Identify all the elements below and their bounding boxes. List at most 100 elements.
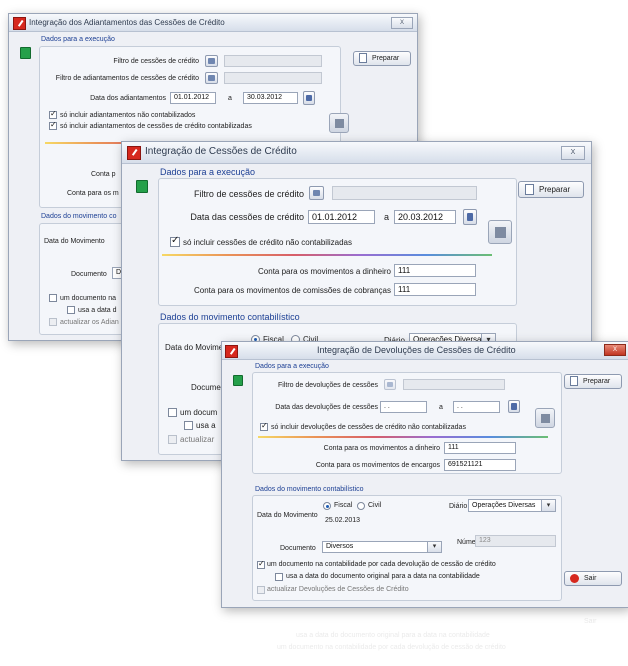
checkbox-contab[interactable] xyxy=(49,120,57,130)
titlebar: Integração dos Adiantamentos das Cessões… xyxy=(9,14,417,32)
label-data-adiant: Data dos adiantamentos xyxy=(90,95,166,102)
checkbox-actualizar[interactable] xyxy=(49,318,57,326)
label-documento: Documento xyxy=(71,271,107,278)
divider xyxy=(258,436,548,438)
preparar-button[interactable]: Preparar xyxy=(564,374,622,389)
label-filtro: Filtro de devoluções de cessões xyxy=(278,382,378,389)
checkbox-actualizar[interactable] xyxy=(257,586,265,594)
label-data: Data das devoluções de cessões xyxy=(275,404,378,411)
label-um-doc: um documento na xyxy=(60,295,117,302)
label-chk1: só incluir devoluções de cessões de créd… xyxy=(271,424,466,431)
radio-civil[interactable] xyxy=(357,502,365,510)
filtro-adiant-field xyxy=(224,72,322,84)
window-reflection: Sair usa a data do documento original pa… xyxy=(232,612,627,666)
label-conta-2: Conta para os m xyxy=(67,190,119,197)
checkbox-nao-contab[interactable] xyxy=(170,235,180,247)
filter-button[interactable] xyxy=(309,186,324,200)
conta-dinheiro-input[interactable]: 111 xyxy=(394,264,476,277)
preparar-button[interactable]: Preparar xyxy=(353,51,411,66)
label-conta-encargos: Conta para os movimentos de encargos xyxy=(315,462,440,469)
preparar-label: Preparar xyxy=(372,55,400,62)
label-filtro-adiant: Filtro de adiantamentos de cessões de cr… xyxy=(55,75,199,82)
checkbox-nao-contab[interactable] xyxy=(49,109,57,119)
calendar-icon[interactable] xyxy=(508,400,520,413)
preparar-button[interactable]: Preparar xyxy=(518,181,584,198)
filter-button[interactable] xyxy=(205,55,218,67)
diario-value: Operações Diversas xyxy=(472,502,536,509)
label-documento: Docume xyxy=(191,383,221,392)
label-data-mov: Data do Movimento xyxy=(44,238,105,245)
data-de-input[interactable]: 01.01.2012 xyxy=(308,210,375,224)
documento-value: Diversos xyxy=(326,543,354,550)
section-mov-title: Dados do movimento co xyxy=(41,213,117,220)
label-filtro-cessoes: Filtro de cessões de crédito xyxy=(113,58,199,65)
label-actualizar: actualizar os Adian xyxy=(60,319,119,326)
data-ate-input[interactable]: 20.03.2012 xyxy=(394,210,456,224)
checkbox-actualizar[interactable] xyxy=(168,435,177,444)
diario-select[interactable]: Operações Diversas ▾ xyxy=(468,499,556,512)
numero-field: 123 xyxy=(475,535,556,547)
tools-icon[interactable] xyxy=(488,220,512,244)
label-fiscal: Fiscal xyxy=(334,502,353,509)
label-diario: Diário xyxy=(449,503,468,510)
label-um-doc: um docum xyxy=(180,408,218,417)
checkbox-um-doc[interactable] xyxy=(168,408,177,417)
checkbox-nao-contab[interactable] xyxy=(260,421,268,431)
titlebar: Integração de Cessões de Crédito X xyxy=(122,142,591,164)
filter-button[interactable] xyxy=(205,72,218,84)
label-filtro: Filtro de cessões de crédito xyxy=(193,189,304,199)
conta-encargos-input[interactable]: 691521121 xyxy=(444,459,516,471)
checkbox-usa-data[interactable] xyxy=(275,573,283,581)
window-title: Integração dos Adiantamentos das Cessões… xyxy=(29,18,225,27)
sair-label: Sair xyxy=(584,575,597,582)
section-exec-title: Dados para a execução xyxy=(255,363,329,370)
documento-select[interactable]: Diversos ▾ xyxy=(322,541,442,553)
date-separator: a xyxy=(228,95,232,102)
data-de-input[interactable]: . . xyxy=(380,401,427,413)
preparar-label: Preparar xyxy=(583,378,611,385)
reflection-sair: Sair xyxy=(584,618,597,625)
preparar-label: Preparar xyxy=(539,185,571,194)
checkbox-um-doc[interactable] xyxy=(49,294,57,302)
chevron-down-icon[interactable]: ▾ xyxy=(541,500,555,511)
tools-icon[interactable] xyxy=(329,113,349,133)
data-mov-value[interactable]: 25.02.2013 xyxy=(325,517,360,524)
conta-comissoes-input[interactable]: 111 xyxy=(394,283,476,296)
checkbox-usa-data[interactable] xyxy=(67,306,75,314)
reflection-line1: usa a data do documento original para a … xyxy=(296,632,490,639)
label-usa-data: usa a data do documento original para a … xyxy=(286,573,480,580)
checkbox-um-doc[interactable] xyxy=(257,559,265,569)
window-devolucoes: Integração de Devoluções de Cessões de C… xyxy=(221,341,628,608)
label-civil: Civil xyxy=(368,502,382,509)
calendar-icon[interactable] xyxy=(463,209,477,225)
document-icon xyxy=(570,376,578,387)
status-icon xyxy=(136,180,148,193)
filtro-cessoes-field xyxy=(224,55,322,67)
data-ate-input[interactable]: . . xyxy=(453,401,500,413)
app-icon xyxy=(225,345,238,358)
label-usa-data: usa a xyxy=(196,421,216,430)
radio-fiscal[interactable] xyxy=(323,502,331,510)
label-um-doc: um documento na contabilidade por cada d… xyxy=(267,561,496,568)
status-icon xyxy=(20,47,31,59)
data-ate-input[interactable]: 30.03.2012 xyxy=(243,92,298,104)
label-actualizar: actualizar xyxy=(180,435,215,444)
label-chk1: só incluir cessões de crédito não contab… xyxy=(183,238,352,247)
close-button[interactable]: X xyxy=(391,17,413,29)
close-button[interactable]: X xyxy=(604,344,626,356)
calendar-icon[interactable] xyxy=(303,91,315,105)
chevron-down-icon[interactable]: ▾ xyxy=(427,542,441,552)
document-icon xyxy=(525,184,534,196)
tools-icon[interactable] xyxy=(535,408,555,428)
close-button[interactable]: X xyxy=(561,146,585,160)
section-exec-title: Dados para a execução xyxy=(160,167,256,177)
filtro-field xyxy=(332,186,477,200)
data-de-input[interactable]: 01.01.2012 xyxy=(170,92,216,104)
checkbox-usa-data[interactable] xyxy=(184,421,193,430)
label-conta-comissoes: Conta para os movimentos de comissões de… xyxy=(194,286,391,295)
label-conta-dinheiro: Conta para os movimentos a dinheiro xyxy=(258,267,391,276)
sair-button[interactable]: Sair xyxy=(564,571,622,586)
date-separator: a xyxy=(384,212,390,222)
conta-dinheiro-input[interactable]: 111 xyxy=(444,442,516,454)
exit-icon xyxy=(570,573,579,583)
